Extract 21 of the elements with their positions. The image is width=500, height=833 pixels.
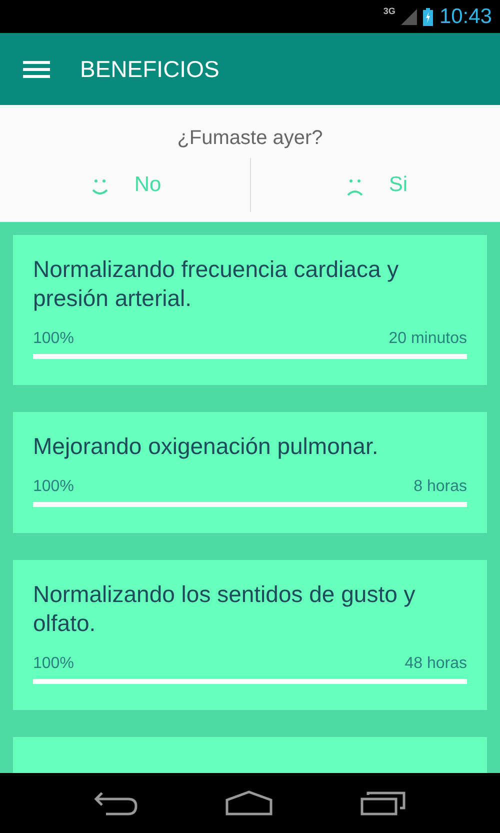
progress-percent: 100% <box>33 655 74 673</box>
benefit-title: Mejorando oxigenación pulmonar. <box>33 432 380 461</box>
back-button[interactable] <box>94 790 138 816</box>
answer-button[interactable]: No <box>0 161 250 209</box>
time-label: 8 horas <box>414 478 467 496</box>
clock-time: 10:43 <box>439 4 492 28</box>
screen-title: BENEFICIOS <box>80 56 220 82</box>
benefit-title: Normalizando los sentidos de gusto y olfato. <box>33 580 416 638</box>
progress-percent: 100% <box>33 330 74 348</box>
question-text: ¿Fumaste ayer? <box>176 127 324 150</box>
answer-button[interactable]: Si <box>250 161 500 209</box>
signal-icon <box>401 8 418 24</box>
network-label: 3G <box>383 6 396 16</box>
benefit-title: Normalizando frecuencia cardiaca y presión arterial. <box>33 255 400 313</box>
menu-button[interactable] <box>23 59 50 79</box>
time-label: 20 minutos <box>388 330 467 348</box>
battery-icon <box>423 8 434 26</box>
time-label: 48 horas <box>404 655 467 673</box>
home-button[interactable] <box>224 790 273 816</box>
progress-percent: 100% <box>33 478 74 496</box>
recent-apps-button[interactable] <box>360 790 406 816</box>
